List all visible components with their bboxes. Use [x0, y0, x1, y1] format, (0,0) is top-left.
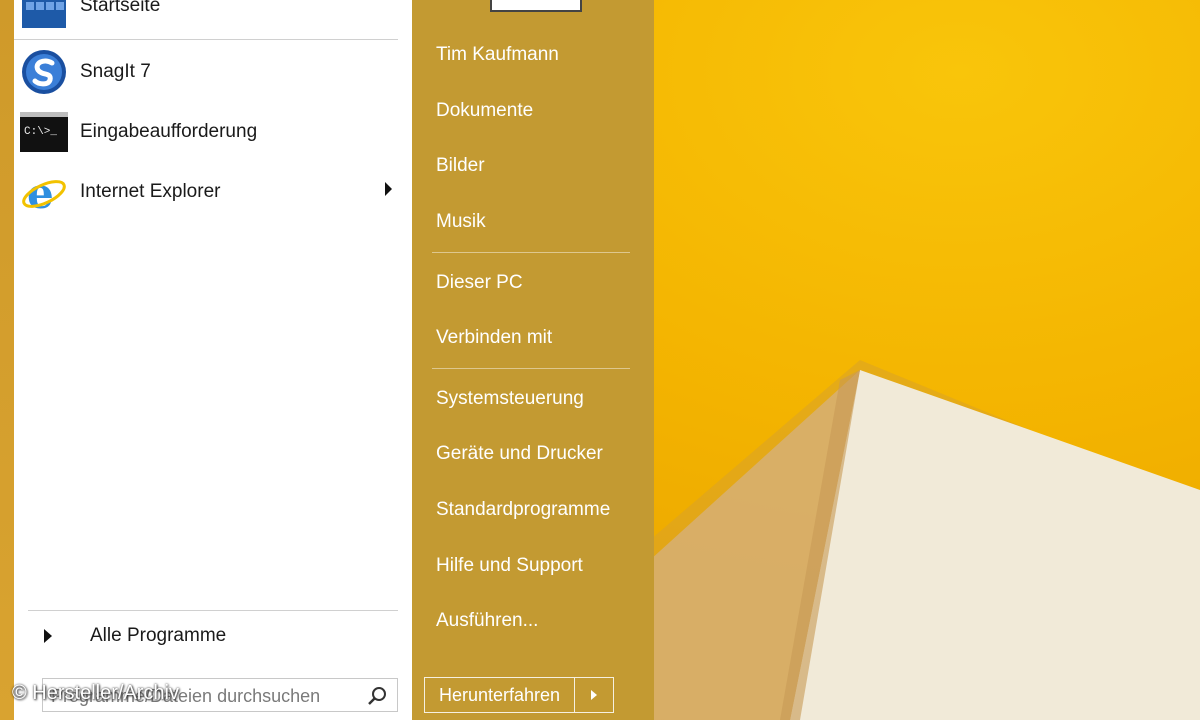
divider	[14, 39, 398, 40]
app-label: Startseite	[80, 0, 161, 16]
all-programs-label: Alle Programme	[90, 625, 227, 646]
divider	[432, 368, 630, 369]
place-item-dieser-pc[interactable]: Dieser PC	[436, 265, 523, 301]
app-item-internet-explorer[interactable]: e Internet Explorer	[20, 164, 412, 220]
app-label: SnagIt 7	[80, 61, 151, 82]
all-programs-button[interactable]: Alle Programme	[28, 618, 412, 654]
place-item-ausfuehren[interactable]: Ausführen...	[436, 603, 538, 639]
app-item-eingabeaufforderung[interactable]: C:\>_ Eingabeaufforderung	[20, 104, 412, 160]
start-tiles-icon	[20, 0, 68, 30]
triangle-right-icon	[44, 629, 52, 643]
place-item-systemsteuerung[interactable]: Systemsteuerung	[436, 381, 584, 417]
start-menu-left-edge	[0, 0, 14, 720]
app-label: Eingabeaufforderung	[80, 121, 258, 142]
shutdown-button[interactable]: Herunterfahren	[425, 678, 575, 712]
place-item-hilfe-und-support[interactable]: Hilfe und Support	[436, 548, 583, 584]
place-item-verbinden-mit[interactable]: Verbinden mit	[436, 320, 552, 356]
user-picture-tile[interactable]	[490, 0, 582, 12]
start-menu-places-panel: Tim Kaufmann Dokumente Bilder Musik Dies…	[412, 0, 654, 720]
search-icon[interactable]	[367, 686, 387, 706]
place-item-geraete-und-drucker[interactable]: Geräte und Drucker	[436, 436, 603, 472]
copyright-watermark: © Hersteller/Archiv	[12, 682, 179, 704]
divider	[432, 252, 630, 253]
start-menu-programs-panel: Startseite SnagIt 7 C:\>_ Eingabeaufford…	[14, 0, 412, 720]
shutdown-control: Herunterfahren	[424, 677, 614, 713]
app-item-snagit[interactable]: SnagIt 7	[20, 44, 412, 100]
divider	[28, 610, 398, 611]
place-item-dokumente[interactable]: Dokumente	[436, 93, 533, 129]
place-item-musik[interactable]: Musik	[436, 204, 486, 240]
submenu-arrow-icon[interactable]	[385, 182, 392, 196]
command-prompt-icon: C:\>_	[20, 108, 68, 156]
place-item-bilder[interactable]: Bilder	[436, 148, 485, 184]
svg-text:C:\>_: C:\>_	[24, 126, 57, 138]
shutdown-options-arrow-icon[interactable]	[575, 678, 613, 712]
app-item-startseite[interactable]: Startseite	[20, 0, 412, 34]
snagit-icon	[20, 48, 68, 96]
place-item-user[interactable]: Tim Kaufmann	[436, 37, 559, 73]
place-item-standardprogramme[interactable]: Standardprogramme	[436, 492, 610, 528]
internet-explorer-icon: e	[20, 168, 68, 216]
app-label: Internet Explorer	[80, 181, 221, 202]
